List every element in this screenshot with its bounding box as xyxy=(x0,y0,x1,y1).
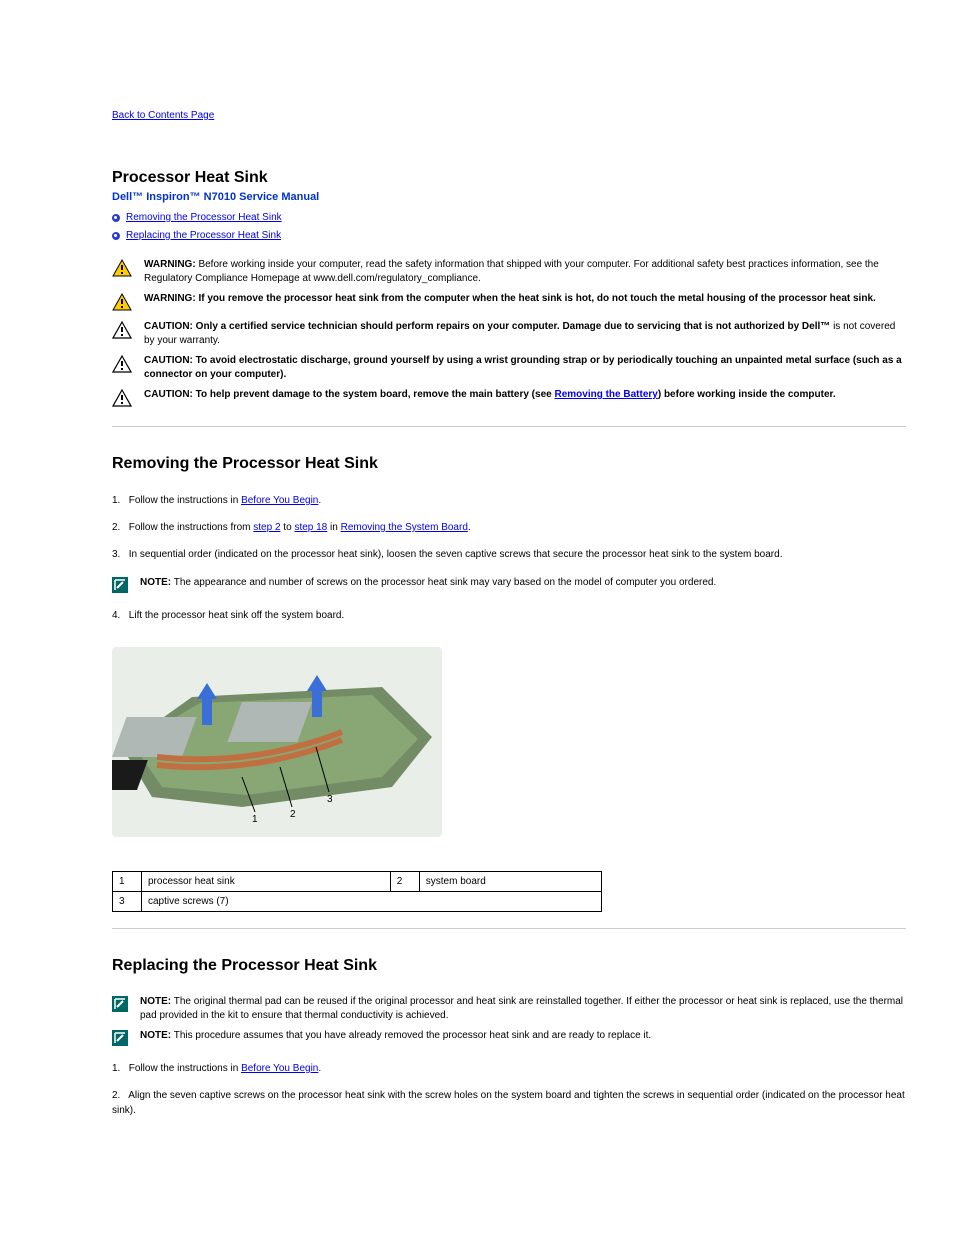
section-heading-replace: Replacing the Processor Heat Sink xyxy=(112,957,906,975)
steps-list: 1. Follow the instructions in Before You… xyxy=(112,1061,906,1118)
note-label: NOTE: xyxy=(140,577,171,588)
svg-text:1: 1 xyxy=(252,814,258,825)
step-link[interactable]: step 2 xyxy=(253,522,280,533)
callout-num: 3 xyxy=(113,892,142,912)
divider xyxy=(112,426,906,427)
table-row: 1 processor heat sink 2 system board xyxy=(113,872,602,892)
warning-text: Before working inside your computer, rea… xyxy=(144,259,879,284)
warning-notice: WARNING: Before working inside your comp… xyxy=(112,258,906,286)
note-icon xyxy=(112,996,128,1015)
caution-icon xyxy=(112,389,132,410)
back-to-contents-link[interactable]: Back to Contents Page xyxy=(112,110,214,121)
callout-num: 2 xyxy=(390,872,419,892)
note-text: The appearance and number of screws on t… xyxy=(174,577,717,588)
svg-text:2: 2 xyxy=(290,809,296,820)
page-title: Processor Heat Sink xyxy=(112,169,906,187)
caution-text-before: To help prevent damage to the system boa… xyxy=(196,389,555,400)
step-item: 3. In sequential order (indicated on the… xyxy=(112,547,906,562)
note-icon xyxy=(112,577,128,596)
note-label: NOTE: xyxy=(140,1030,171,1041)
warning-notice: WARNING: If you remove the processor hea… xyxy=(112,292,906,314)
note-label: NOTE: xyxy=(140,996,171,1007)
note-notice: NOTE: This procedure assumes that you ha… xyxy=(112,1029,906,1049)
step-link[interactable]: Removing the System Board xyxy=(341,522,468,533)
step-link[interactable]: Before You Begin xyxy=(241,495,318,506)
callout-desc: processor heat sink xyxy=(142,872,391,892)
divider xyxy=(112,928,906,929)
caution-text: Only a certified service technician shou… xyxy=(196,321,831,332)
callout-num: 1 xyxy=(113,872,142,892)
caution-notice: CAUTION: To avoid electrostatic discharg… xyxy=(112,354,906,382)
heatsink-image: 1 2 3 xyxy=(112,647,442,837)
manual-title: Processor Heat Sink Dell™ Inspiron™ N701… xyxy=(112,169,906,203)
callout-desc: captive screws (7) xyxy=(142,892,602,912)
caution-notice: CAUTION: Only a certified service techni… xyxy=(112,320,906,348)
note-text: This procedure assumes that you have alr… xyxy=(174,1030,651,1041)
note-icon xyxy=(112,1030,128,1049)
page-content: Back to Contents Page Processor Heat Sin… xyxy=(0,0,954,1170)
warning-label: WARNING: xyxy=(144,293,196,304)
step-item: 1. Follow the instructions in Before You… xyxy=(112,1061,906,1076)
warning-icon xyxy=(112,293,132,314)
svg-text:3: 3 xyxy=(327,794,333,805)
caution-label: CAUTION: xyxy=(144,389,193,400)
caution-icon xyxy=(112,355,132,376)
toc-link-remove[interactable]: Removing the Processor Heat Sink xyxy=(126,209,282,226)
caution-label: CAUTION: xyxy=(144,355,193,366)
section-heading-remove: Removing the Processor Heat Sink xyxy=(112,455,906,473)
warning-text: If you remove the processor heat sink fr… xyxy=(198,293,875,304)
caution-label: CAUTION: xyxy=(144,321,193,332)
warning-label: WARNING: xyxy=(144,259,196,270)
table-row: 3 captive screws (7) xyxy=(113,892,602,912)
steps-list: 1. Follow the instructions in Before You… xyxy=(112,493,906,562)
bullet-icon xyxy=(112,214,120,222)
caution-text-after: ) before working inside the computer. xyxy=(658,389,836,400)
warning-icon xyxy=(112,259,132,280)
caution-notice: CAUTION: To help prevent damage to the s… xyxy=(112,388,906,410)
callout-table: 1 processor heat sink 2 system board 3 c… xyxy=(112,871,602,912)
note-notice: NOTE: The original thermal pad can be re… xyxy=(112,995,906,1023)
step-item: 2. Follow the instructions from step 2 t… xyxy=(112,520,906,535)
step-item: 1. Follow the instructions in Before You… xyxy=(112,493,906,508)
callout-desc: system board xyxy=(419,872,601,892)
step-link[interactable]: Before You Begin xyxy=(241,1063,318,1074)
toc-item-remove: Removing the Processor Heat Sink xyxy=(112,209,906,226)
toc: Removing the Processor Heat Sink Replaci… xyxy=(112,209,906,244)
note-notice: NOTE: The appearance and number of screw… xyxy=(112,576,906,596)
note-text: The original thermal pad can be reused i… xyxy=(140,996,903,1021)
caution-link[interactable]: Removing the Battery xyxy=(554,389,657,400)
step-item: 2. Align the seven captive screws on the… xyxy=(112,1088,906,1118)
caution-text: To avoid electrostatic discharge, ground… xyxy=(144,355,902,380)
step-item: 4. Lift the processor heat sink off the … xyxy=(112,608,906,623)
toc-item-replace: Replacing the Processor Heat Sink xyxy=(112,227,906,244)
steps-list: 4. Lift the processor heat sink off the … xyxy=(112,608,906,623)
toc-link-replace[interactable]: Replacing the Processor Heat Sink xyxy=(126,227,281,244)
bullet-icon xyxy=(112,232,120,240)
caution-icon xyxy=(112,321,132,342)
step-link[interactable]: step 18 xyxy=(294,522,327,533)
